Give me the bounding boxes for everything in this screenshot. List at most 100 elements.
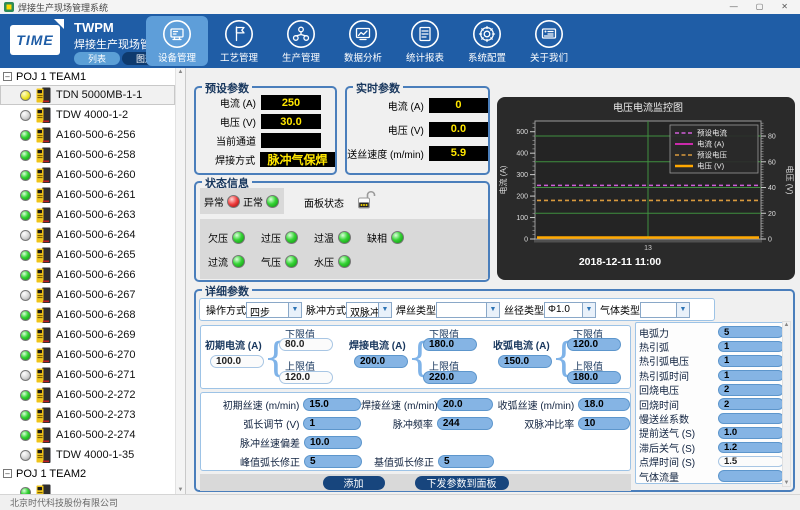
param-value-field[interactable]: 5 — [438, 455, 494, 468]
tree-item[interactable]: A160-500-6-258 — [0, 145, 175, 165]
tree-item[interactable]: TDW 4000-1-35 — [0, 445, 175, 465]
gas-type-select[interactable]: ▼ — [640, 302, 690, 318]
slow-feed-coefficient-value-field[interactable] — [718, 413, 784, 425]
crater-current-value-field[interactable]: 150.0 — [498, 355, 552, 368]
minimize-button[interactable]: — — [730, 0, 738, 14]
param-label: 脉冲丝速偏差 — [201, 435, 300, 450]
wire-diameter-select[interactable]: Φ1.0▼ — [544, 302, 596, 318]
arc-force-value-field[interactable]: 5 — [718, 326, 784, 338]
chevron-down-icon[interactable]: ▼ — [582, 303, 595, 317]
view-button-list[interactable]: 列表 — [74, 52, 120, 65]
welding-current-value-field[interactable]: 200.0 — [354, 355, 408, 368]
nav-item-about-us[interactable]: 关于我们 — [518, 16, 580, 66]
panel-status-label: 面板状态 — [304, 195, 344, 210]
post-gas-time-value-field[interactable]: 1.2 — [718, 442, 784, 454]
crater-current-upper-limit-field[interactable]: 180.0 — [567, 371, 621, 384]
gas-flow-value-field[interactable] — [718, 470, 784, 482]
tree-item[interactable]: A160-500-6-261 — [0, 185, 175, 205]
param-value-field[interactable]: 5 — [304, 455, 362, 468]
protection-led-row-1: 欠压过压过温缺相 — [208, 225, 480, 249]
tree-item[interactable]: A160-500-6-265 — [0, 245, 175, 265]
operation-mode-select[interactable]: 四步▼ — [246, 302, 302, 318]
initial-current-lower-limit-field[interactable]: 80.0 — [279, 338, 333, 351]
svg-text:20: 20 — [768, 211, 776, 218]
sidebar-scrollbar[interactable]: ▲ ▼ — [175, 68, 185, 494]
hot-arc-start-value-field[interactable]: 1 — [718, 341, 784, 353]
chevron-down-icon[interactable]: ▼ — [378, 303, 391, 317]
tree-item[interactable]: A160-500-6-256 — [0, 125, 175, 145]
nav-item-process-management[interactable]: 工艺管理 — [208, 16, 270, 66]
scroll-up-icon[interactable]: ▲ — [784, 322, 790, 328]
tree-item[interactable] — [0, 482, 175, 494]
protection-led — [391, 231, 404, 244]
hot-arc-voltage-label: 热引弧电压 — [639, 353, 718, 368]
tree-item[interactable]: A160-500-6-271 — [0, 365, 175, 385]
param-value-field[interactable]: 1 — [303, 417, 361, 430]
spot-weld-time-value-field[interactable]: 1.5 — [718, 456, 784, 468]
send-params-to-panel-button[interactable]: 下发参数到面板 — [415, 476, 509, 490]
tree-group-2[interactable]: –POJ 1 TEAM2 — [0, 465, 175, 482]
nav-item-system-config[interactable]: 系统配置 — [456, 16, 518, 66]
mode-dropdown-strip: 操作方式四步▼脉冲方式双脉冲▼焊丝类型▼丝径类型Φ1.0▼气体类型▼ — [199, 298, 715, 321]
hot-arc-voltage-value-field[interactable]: 1 — [718, 355, 784, 367]
param-value-field[interactable]: 20.0 — [437, 398, 493, 411]
tree-item[interactable]: TDN 5000MB-1-1 — [0, 85, 175, 105]
chevron-down-icon[interactable]: ▼ — [676, 303, 689, 317]
welding-current-label: 焊接电流 (A) — [349, 337, 406, 352]
scroll-up-icon[interactable]: ▲ — [178, 69, 184, 75]
scroll-down-icon[interactable]: ▼ — [178, 487, 184, 493]
preset-row: 电流 (A)250 — [196, 93, 335, 112]
tree-group-1[interactable]: –POJ 1 TEAM1 — [0, 68, 175, 85]
preset-row: 电压 (V)30.0 — [196, 112, 335, 131]
param-value-field[interactable]: 18.0 — [578, 398, 630, 411]
scroll-down-icon[interactable]: ▼ — [784, 480, 790, 486]
tree-item[interactable]: A160-500-6-269 — [0, 325, 175, 345]
burnback-time-row: 回烧时间2 — [639, 397, 784, 411]
chevron-down-icon[interactable]: ▼ — [288, 303, 301, 317]
tree-item[interactable]: A160-500-6-268 — [0, 305, 175, 325]
param-value-field[interactable]: 244 — [437, 417, 493, 430]
chart-date-label: 2018-12-11 11:00 — [579, 256, 661, 268]
add-button[interactable]: 添加 — [323, 476, 385, 490]
tree-item[interactable]: A160-500-6-264 — [0, 225, 175, 245]
burnback-voltage-value-field[interactable]: 2 — [718, 384, 784, 396]
tree-item[interactable]: TDW 4000-1-2 — [0, 105, 175, 125]
param-value-field[interactable]: 10.0 — [304, 436, 362, 449]
crater-current-lower-limit-field[interactable]: 120.0 — [567, 338, 621, 351]
wire-type-select[interactable]: ▼ — [436, 302, 500, 318]
tree-item[interactable]: A160-500-6-260 — [0, 165, 175, 185]
tree-item[interactable]: A160-500-6-266 — [0, 265, 175, 285]
tree-item[interactable]: A160-500-2-272 — [0, 385, 175, 405]
nav-item-statistics-report[interactable]: 统计报表 — [394, 16, 456, 66]
maximize-button[interactable]: ▢ — [756, 0, 764, 14]
nav-item-device-management[interactable]: 设备管理 — [146, 16, 208, 66]
param-value-field[interactable]: 10 — [578, 417, 630, 430]
chevron-down-icon[interactable]: ▼ — [486, 303, 499, 317]
tree-item[interactable]: A160-500-6-263 — [0, 205, 175, 225]
protection-label: 过流 — [208, 254, 228, 269]
initial-current-upper-limit-field[interactable]: 120.0 — [279, 371, 333, 384]
welding-current-lower-limit-field[interactable]: 180.0 — [423, 338, 477, 351]
initial-current-value-field[interactable]: 100.0 — [210, 355, 264, 368]
close-button[interactable]: ✕ — [781, 0, 788, 14]
param-value-field[interactable]: 15.0 — [303, 398, 361, 411]
nav-item-data-analysis[interactable]: 数据分析 — [332, 16, 394, 66]
pulse-mode-select[interactable]: 双脉冲▼ — [346, 302, 392, 318]
pre-gas-time-value-field[interactable]: 1.0 — [718, 427, 784, 439]
welding-current-upper-limit-field[interactable]: 220.0 — [423, 371, 477, 384]
time-logo-text: TIME — [10, 25, 60, 55]
nav-item-label: 关于我们 — [530, 50, 568, 64]
collapse-icon[interactable]: – — [3, 72, 12, 81]
preset-label: 电压 (V) — [196, 114, 256, 129]
nav-item-production-management[interactable]: 生产管理 — [270, 16, 332, 66]
tree-item[interactable]: A160-500-2-273 — [0, 405, 175, 425]
collapse-icon[interactable]: – — [3, 469, 12, 478]
tree-item[interactable]: A160-500-2-274 — [0, 425, 175, 445]
device-status-led — [20, 290, 31, 301]
tree-item[interactable]: A160-500-6-267 — [0, 285, 175, 305]
tree-item[interactable]: A160-500-6-270 — [0, 345, 175, 365]
hot-arc-time-value-field[interactable]: 1 — [718, 370, 784, 382]
burnback-time-value-field[interactable]: 2 — [718, 398, 784, 410]
details-scrollbar[interactable]: ▲ ▼ — [782, 321, 791, 487]
preset-value-display-3: 脉冲气保焊 — [260, 152, 335, 167]
